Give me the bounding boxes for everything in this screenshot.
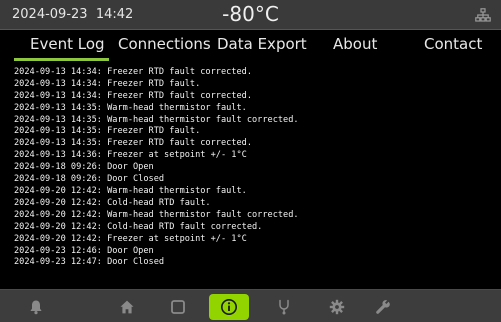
info-icon	[221, 299, 237, 315]
nav-settings-button[interactable]	[317, 294, 357, 320]
log-entry: 2024-09-13 14:36: Freezer at setpoint +/…	[14, 150, 247, 161]
nav-service-button[interactable]	[363, 294, 403, 320]
log-entry: 2024-09-13 14:35: Warm-head thermistor f…	[14, 102, 247, 113]
log-entry: 2024-09-20 12:42: Cold-head RTD fault co…	[14, 221, 263, 232]
nav-info-button[interactable]	[209, 294, 249, 320]
log-entry: 2024-09-18 09:26: Door Open	[14, 162, 154, 173]
log-entry: 2024-09-13 14:35: Freezer RTD fault.	[14, 126, 201, 137]
event-log[interactable]: 2024-09-13 14:34: Freezer RTD fault.2024…	[14, 62, 494, 288]
nav-screen-button[interactable]	[158, 294, 198, 320]
log-entry: 2024-09-23 12:46: Door Open	[14, 245, 154, 256]
probe-icon	[279, 299, 289, 315]
tab-data-export[interactable]: Data Export	[217, 35, 307, 53]
square-icon	[171, 300, 185, 314]
tab-contact[interactable]: Contact	[424, 35, 482, 53]
gear-icon	[329, 299, 345, 315]
nav-home-button[interactable]	[107, 294, 147, 320]
bell-icon	[30, 300, 42, 315]
log-entry: 2024-09-13 14:35: Warm-head thermistor f…	[14, 114, 299, 125]
log-entry: 2024-09-18 09:26: Door Closed	[14, 174, 165, 185]
active-tab-indicator	[14, 58, 109, 61]
log-entry: 2024-09-20 12:42: Warm-head thermistor f…	[14, 209, 299, 220]
status-bar: 2024-09-23 14:42 -80°C	[0, 0, 501, 30]
home-icon	[120, 300, 134, 314]
log-entry: 2024-09-13 14:34: Freezer RTD fault corr…	[14, 90, 252, 101]
log-entry: 2024-09-13 14:35: Freezer RTD fault corr…	[14, 138, 252, 149]
log-entry: 2024-09-20 12:42: Cold-head RTD fault.	[14, 197, 211, 208]
tab-connections[interactable]: Connections	[118, 35, 211, 53]
log-entry: 2024-09-20 12:42: Freezer at setpoint +/…	[14, 233, 247, 244]
wrench-icon	[376, 300, 390, 314]
tab-about[interactable]: About	[333, 35, 377, 53]
nav-probe-button[interactable]	[264, 294, 304, 320]
log-entry: 2024-09-20 12:42: Warm-head thermistor f…	[14, 185, 247, 196]
bottom-nav	[0, 289, 501, 322]
tab-event-log[interactable]: Event Log	[30, 35, 105, 53]
log-entry: 2024-09-13 14:34: Freezer RTD fault.	[14, 78, 201, 89]
log-entry: 2024-09-13 14:34: Freezer RTD fault corr…	[14, 66, 252, 77]
log-entry: 2024-09-23 12:47: Door Closed	[14, 257, 165, 268]
nav-alarms-button[interactable]	[16, 294, 56, 320]
network-icon	[475, 8, 491, 22]
temperature-display: -80°C	[222, 2, 279, 26]
